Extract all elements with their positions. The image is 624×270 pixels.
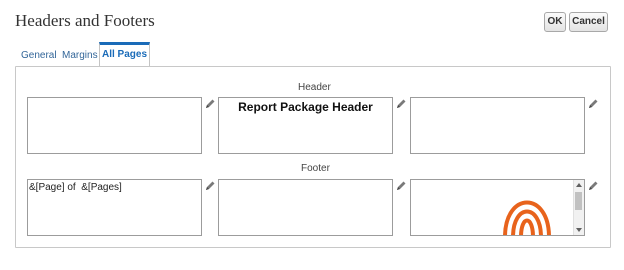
ok-button[interactable]: OK — [544, 12, 566, 32]
header-right-edit-pencil-icon[interactable] — [587, 98, 599, 110]
orange-arches-logo-icon — [503, 200, 551, 235]
scroll-down-arrow-icon[interactable] — [576, 228, 582, 232]
header-center-box[interactable]: Report Package Header — [218, 97, 393, 154]
header-center-text: Report Package Header — [238, 100, 373, 114]
tab-general[interactable]: General — [21, 44, 57, 66]
header-left-edit-pencil-icon[interactable] — [204, 98, 216, 110]
footer-left-box[interactable]: &[Page] of &[Pages] — [27, 179, 202, 236]
footer-center-box[interactable] — [218, 179, 393, 236]
dialog-title: Headers and Footers — [15, 11, 155, 30]
tab-margins[interactable]: Margins — [62, 44, 98, 66]
footer-section-label: Footer — [301, 163, 330, 174]
footer-left-text: &[Page] of &[Pages] — [29, 182, 122, 193]
scroll-thumb[interactable] — [575, 192, 582, 210]
footer-right-scrollbar[interactable] — [573, 180, 584, 235]
footer-right-edit-pencil-icon[interactable] — [587, 180, 599, 192]
header-center-edit-pencil-icon[interactable] — [395, 98, 407, 110]
footer-center-edit-pencil-icon[interactable] — [395, 180, 407, 192]
header-left-box[interactable] — [27, 97, 202, 154]
scroll-up-arrow-icon[interactable] — [576, 183, 582, 187]
header-section-label: Header — [298, 82, 331, 93]
header-right-box[interactable] — [410, 97, 585, 154]
footer-left-edit-pencil-icon[interactable] — [204, 180, 216, 192]
footer-right-box[interactable] — [410, 179, 585, 236]
cancel-button[interactable]: Cancel — [569, 12, 608, 32]
tab-all-pages[interactable]: All Pages — [99, 42, 150, 66]
